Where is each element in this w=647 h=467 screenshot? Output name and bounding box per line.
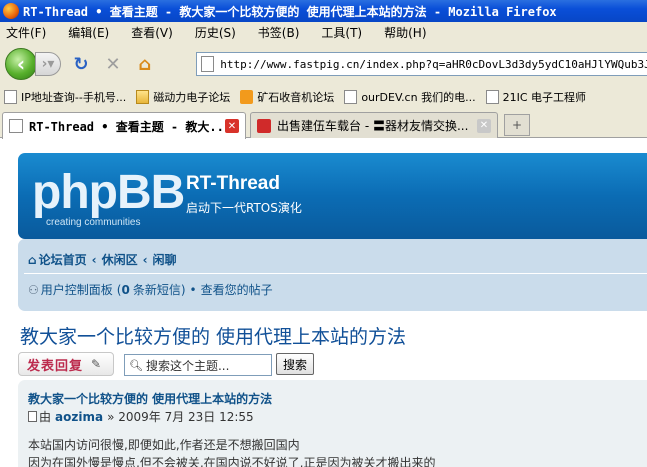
- plus-icon: +: [511, 118, 523, 132]
- breadcrumb-home[interactable]: 论坛首页: [39, 251, 87, 268]
- page-icon: [4, 90, 17, 104]
- rss-icon: [240, 90, 254, 104]
- bookmark-item[interactable]: 21IC 电子工程师: [485, 89, 586, 105]
- post-author[interactable]: aozima: [55, 410, 103, 424]
- site-description: 启动下一代RTOS演化: [186, 201, 302, 215]
- breadcrumb: ⌂ 论坛首页 ‹ 休闲区 ‹ 闲聊: [28, 251, 177, 268]
- address-bar[interactable]: http://www.fastpig.cn/index.php?q=aHR0cD…: [196, 52, 647, 76]
- nav-panel: ⌂ 论坛首页 ‹ 休闲区 ‹ 闲聊 ⚇ 用户控制面板 ( 0 条新短信) • 查…: [18, 239, 647, 311]
- pencil-icon: ✎: [91, 357, 102, 371]
- bookmark-item[interactable]: 矿石收音机论坛: [240, 89, 334, 105]
- post-meta: 由 aozima » 2009年 7月 23日 12:55: [28, 408, 254, 425]
- menu-help[interactable]: 帮助(H): [384, 24, 426, 41]
- menu-file[interactable]: 文件(F): [6, 24, 46, 41]
- close-icon[interactable]: ✕: [477, 118, 491, 133]
- post: 教大家一个比较方便的 使用代理上本站的方法 由 aozima » 2009年 7…: [18, 380, 647, 467]
- search-input[interactable]: [145, 358, 266, 372]
- bookmark-item[interactable]: ourDEV.cn 我们的电...: [344, 89, 476, 105]
- menu-bar: 文件(F) 编辑(E) 查看(V) 历史(S) 书签(B) 工具(T) 帮助(H…: [0, 22, 647, 42]
- site-name: RT-Thread: [186, 173, 280, 194]
- user-panel: ⚇ 用户控制面板 ( 0 条新短信) • 查看您的帖子: [28, 281, 273, 298]
- menu-edit[interactable]: 编辑(E): [68, 24, 109, 41]
- post-by: 由: [39, 410, 52, 424]
- msg-suffix[interactable]: 条新短信): [133, 281, 186, 298]
- reply-label: 发表回复: [27, 358, 84, 374]
- my-posts-link[interactable]: 查看您的帖子: [201, 281, 273, 298]
- bookmark-label: 21IC 电子工程师: [502, 91, 586, 104]
- reload-icon: ↻: [73, 53, 89, 75]
- separator-dot: •: [189, 282, 197, 297]
- url-text[interactable]: http://www.fastpig.cn/index.php?q=aHR0cD…: [220, 58, 647, 71]
- forward-button[interactable]: ›▾: [35, 52, 61, 76]
- folder-icon: [136, 90, 150, 104]
- topic-title[interactable]: 教大家一个比较方便的 使用代理上本站的方法: [20, 322, 406, 349]
- bookmark-item[interactable]: 磁动力电子论坛: [136, 89, 230, 105]
- arrow-right-icon: ›▾: [41, 56, 55, 72]
- user-icon: ⚇: [28, 282, 39, 297]
- menu-bookmarks[interactable]: 书签(B): [258, 24, 300, 41]
- breadcrumb-chat[interactable]: 闲聊: [153, 251, 177, 268]
- reply-button[interactable]: 发表回复 ✎: [18, 352, 114, 376]
- bookmark-label: 磁动力电子论坛: [153, 91, 231, 104]
- menu-view[interactable]: 查看(V): [131, 24, 173, 41]
- bookmark-label: 矿石收音机论坛: [257, 91, 335, 104]
- page-icon: [9, 119, 23, 133]
- search-button[interactable]: 搜索: [276, 353, 314, 375]
- reload-button[interactable]: ↻: [69, 52, 93, 76]
- post-title[interactable]: 教大家一个比较方便的 使用代理上本站的方法: [28, 390, 272, 407]
- window-title: RT-Thread • 查看主题 - 教大家一个比较方便的 使用代理上本站的方法…: [23, 4, 557, 19]
- stop-button[interactable]: ✕: [101, 52, 125, 76]
- tab-bar: RT-Thread • 查看主题 - 教大... ✕ 出售建伍车载台 - 〓器材…: [0, 108, 647, 139]
- breadcrumb-separator: ‹: [91, 252, 97, 267]
- post-body-line: 因为在国外慢是慢点,但不会被关,在国内说不好说了,正是因为被关才搬出来的: [28, 456, 436, 467]
- stop-icon: ✕: [105, 53, 121, 75]
- window-titlebar: RT-Thread • 查看主题 - 教大家一个比较方便的 使用代理上本站的方法…: [0, 0, 647, 22]
- topic-search: 🔍︎: [124, 354, 272, 376]
- site-icon: [257, 118, 271, 133]
- tab-title: RT-Thread • 查看主题 - 教大...: [29, 119, 225, 134]
- home-icon: ⌂: [28, 252, 37, 267]
- bookmark-label: ourDEV.cn 我们的电...: [361, 91, 476, 104]
- tab-title: 出售建伍车载台 - 〓器材友情交换...: [277, 119, 469, 133]
- page-content: phpBB creating communities RT-Thread 启动下…: [0, 139, 647, 467]
- post-body-line: 本站国内访问很慢,即便如此,作者还是不想搬回国内: [28, 438, 300, 452]
- new-tab-button[interactable]: +: [504, 114, 530, 136]
- breadcrumb-leisure[interactable]: 休闲区: [102, 251, 138, 268]
- bookmark-item[interactable]: IP地址查询--手机号...: [4, 89, 126, 105]
- site-header: phpBB creating communities RT-Thread 启动下…: [18, 153, 647, 239]
- post-icon[interactable]: [28, 411, 37, 422]
- message-count[interactable]: 0: [121, 283, 129, 297]
- page-icon: [344, 90, 358, 104]
- page-icon: [485, 90, 499, 104]
- back-button[interactable]: ‹: [5, 48, 37, 80]
- divider: [24, 273, 647, 274]
- navigation-toolbar: ‹ ›▾ ↻ ✕ ⌂ http://www.fastpig.cn/index.p…: [0, 42, 647, 86]
- menu-history[interactable]: 历史(S): [195, 24, 236, 41]
- bookmarks-toolbar: IP地址查询--手机号... 磁动力电子论坛 矿石收音机论坛 ourDEV.cn…: [0, 86, 647, 108]
- ucp-link[interactable]: 用户控制面板: [41, 281, 113, 298]
- search-icon: 🔍︎: [129, 358, 143, 372]
- home-button[interactable]: ⌂: [133, 52, 157, 76]
- breadcrumb-separator: ‹: [142, 252, 148, 267]
- bookmark-label: IP地址查询--手机号...: [21, 91, 127, 104]
- firefox-icon: [3, 3, 19, 19]
- page-icon: [201, 56, 215, 72]
- menu-tools[interactable]: 工具(T): [321, 24, 362, 41]
- phpbb-logo[interactable]: phpBB: [32, 169, 185, 217]
- post-body: 本站国内访问很慢,即便如此,作者还是不想搬回国内 因为在国外慢是慢点,但不会被关…: [28, 436, 435, 467]
- post-date: » 2009年 7月 23日 12:55: [107, 410, 254, 424]
- arrow-left-icon: ‹: [16, 52, 26, 76]
- tab-ad-post[interactable]: 出售建伍车载台 - 〓器材友情交换... ✕: [250, 112, 498, 138]
- home-icon: ⌂: [138, 53, 152, 75]
- tab-rt-thread[interactable]: RT-Thread • 查看主题 - 教大... ✕: [2, 112, 246, 139]
- close-icon[interactable]: ✕: [225, 119, 239, 133]
- logo-tagline: creating communities: [46, 217, 141, 228]
